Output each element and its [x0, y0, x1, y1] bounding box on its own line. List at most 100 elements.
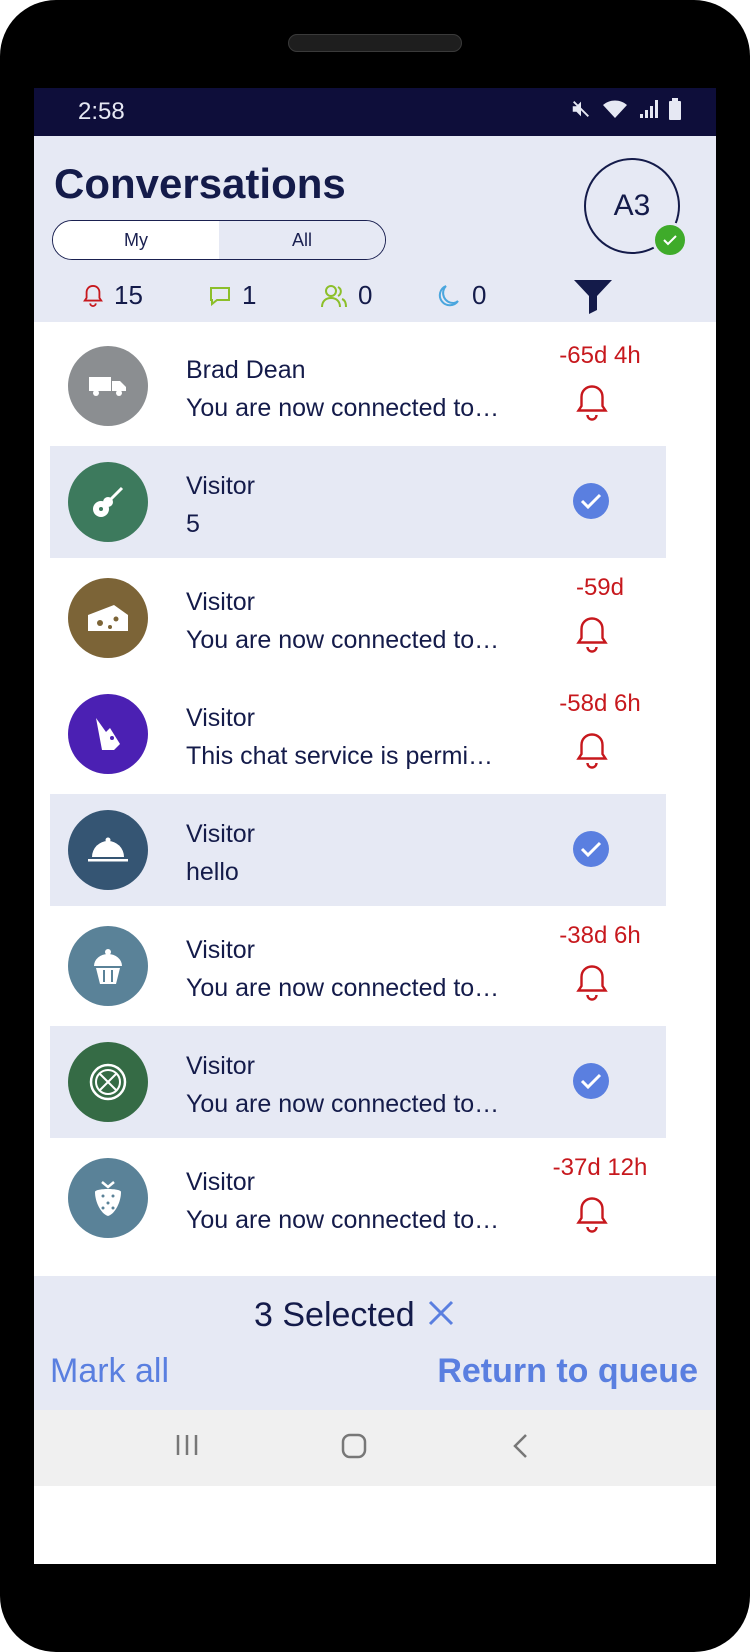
strawberry-icon — [95, 1181, 121, 1216]
filter-button[interactable] — [572, 278, 614, 319]
pizza-icon — [89, 1063, 127, 1101]
conversation-wait-time: -65d 4h — [559, 342, 641, 369]
selected-count: 3 Selected — [254, 1296, 415, 1334]
selected-check[interactable] — [572, 482, 610, 525]
fox-icon — [96, 718, 120, 750]
users-count: 0 — [358, 280, 373, 310]
conversation-avatar — [68, 462, 148, 542]
signal-icon — [640, 100, 658, 118]
home-icon — [341, 1433, 367, 1459]
conversation-avatar — [68, 578, 148, 658]
cupcake-icon — [94, 949, 122, 984]
messages-counter[interactable]: 1 — [208, 280, 256, 311]
conversation-name: Visitor — [186, 472, 256, 500]
conversations-header: Conversations My All A3 15 1 0 0 — [34, 136, 716, 322]
conversation-preview: You are now connected to… — [186, 1090, 500, 1118]
conversation-row[interactable]: Visitor You are now connected to… -38d 6… — [50, 910, 666, 1022]
conversation-preview: 5 — [186, 510, 200, 538]
selected-check[interactable] — [572, 1062, 610, 1105]
speaker-grille — [288, 34, 462, 52]
selection-action-bar: 3 Selected Mark all Return to queue — [34, 1276, 716, 1410]
filter-icon — [574, 280, 612, 314]
conversation-avatar — [68, 926, 148, 1006]
check-icon — [663, 235, 677, 246]
status-time: 2:58 — [78, 98, 125, 125]
guitar-icon — [93, 486, 124, 517]
conversation-name: Brad Dean — [186, 356, 306, 384]
bell-icon — [576, 965, 608, 1001]
conversation-wait-time: -37d 12h — [552, 1154, 648, 1181]
conversation-avatar — [68, 1158, 148, 1238]
conversation-row-selected[interactable]: Visitor You are now connected to… — [50, 1026, 666, 1138]
back-icon — [513, 1434, 527, 1458]
conversation-name: Visitor — [186, 936, 256, 964]
alerts-counter[interactable]: 15 — [82, 280, 143, 311]
conversation-alert — [572, 962, 612, 1009]
conversation-wait-time: -38d 6h — [559, 922, 641, 949]
mute-icon — [572, 101, 589, 117]
conversation-wait-time: -59d — [575, 574, 625, 601]
conversation-name: Visitor — [186, 820, 256, 848]
conversation-alert — [572, 614, 612, 661]
check-circle-icon — [573, 831, 609, 867]
system-nav-bar — [34, 1410, 716, 1486]
conversation-row[interactable]: Visitor You are now connected to… -59d — [50, 562, 666, 674]
conversation-name: Visitor — [186, 588, 256, 616]
conversation-preview: hello — [186, 858, 239, 886]
home-button[interactable] — [340, 1432, 368, 1465]
conversation-alert — [572, 1194, 612, 1241]
bell-icon — [576, 617, 608, 653]
conversation-row[interactable]: Brad Dean You are now connected to… -65d… — [50, 330, 666, 442]
users-counter[interactable]: 0 — [320, 280, 372, 311]
online-status-badge — [652, 222, 688, 258]
check-circle-icon — [573, 483, 609, 519]
bell-icon — [83, 284, 103, 307]
truck-icon — [89, 377, 126, 396]
moon-icon — [438, 284, 459, 306]
conversation-name: Visitor — [186, 704, 256, 732]
conversation-name: Visitor — [186, 1168, 256, 1196]
battery-icon — [669, 98, 681, 120]
mark-all-button[interactable]: Mark all — [50, 1352, 169, 1391]
conversation-row[interactable]: Visitor You are now connected to… -37d 1… — [50, 1142, 666, 1254]
conversation-avatar — [68, 346, 148, 426]
conversation-preview: You are now connected to… — [186, 394, 500, 422]
status-icons — [570, 98, 682, 120]
clear-selection-button[interactable] — [426, 1298, 456, 1333]
conversation-preview: You are now connected to… — [186, 1206, 500, 1234]
conversation-preview: You are now connected to… — [186, 974, 500, 1002]
conversation-avatar — [68, 694, 148, 774]
recent-apps-button[interactable] — [174, 1432, 200, 1463]
conversation-row-selected[interactable]: Visitor hello — [50, 794, 666, 906]
selected-check[interactable] — [572, 830, 610, 873]
conversation-row-selected[interactable]: Visitor 5 — [50, 446, 666, 558]
conversation-alert — [572, 382, 612, 429]
away-count: 0 — [472, 280, 487, 310]
recent-apps-icon — [176, 1435, 198, 1455]
close-icon — [428, 1300, 454, 1326]
messages-count: 1 — [242, 280, 257, 310]
return-to-queue-button[interactable]: Return to queue — [437, 1352, 698, 1391]
app-screen: 2:58 Conversations My All A3 15 1 0 0 Br… — [34, 88, 716, 1564]
conversation-row[interactable]: Visitor This chat service is permi… -58d… — [50, 678, 666, 790]
conversation-list: Brad Dean You are now connected to… -65d… — [34, 322, 716, 1276]
bell-icon — [576, 385, 608, 421]
status-bar: 2:58 — [34, 88, 716, 136]
chat-bubble-icon — [210, 286, 230, 306]
alerts-count: 15 — [114, 280, 143, 310]
bell-icon — [576, 1197, 608, 1233]
bell-icon — [576, 733, 608, 769]
back-button[interactable] — [510, 1432, 530, 1465]
conversation-name: Visitor — [186, 1052, 256, 1080]
conversation-preview: This chat service is permi… — [186, 742, 494, 770]
away-counter[interactable]: 0 — [436, 280, 486, 311]
tab-my[interactable]: My — [53, 221, 219, 259]
conversation-filter-segment: My All — [52, 220, 386, 260]
cloche-icon — [88, 837, 128, 862]
tab-all[interactable]: All — [219, 221, 385, 259]
cheese-icon — [88, 605, 128, 631]
users-icon — [321, 284, 347, 307]
page-title: Conversations — [54, 160, 346, 207]
wifi-icon — [603, 100, 627, 118]
conversation-alert — [572, 730, 612, 777]
